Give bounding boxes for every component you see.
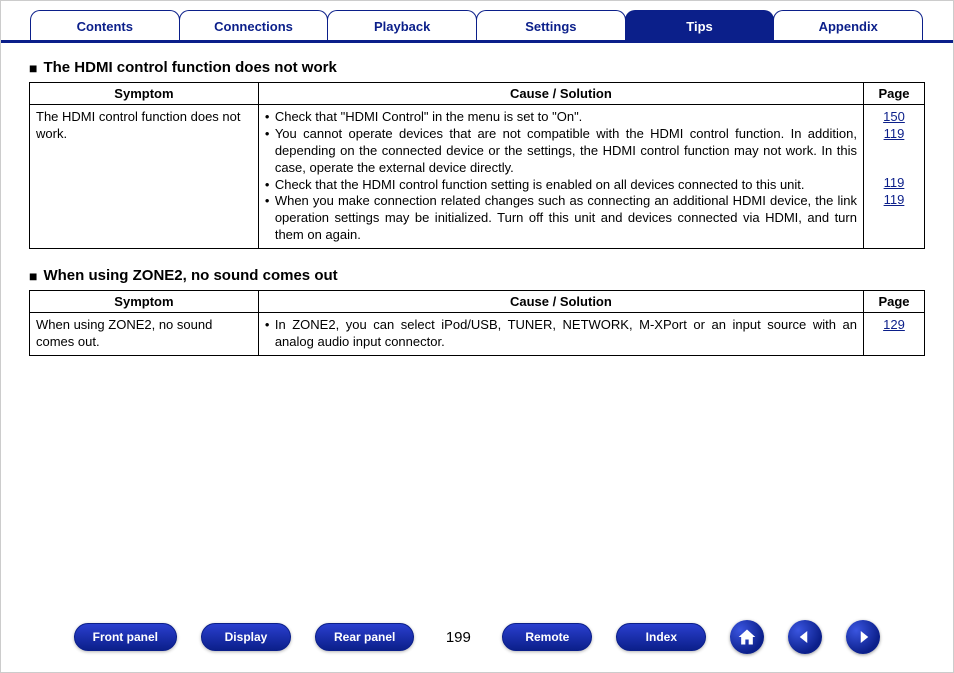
page-content: ■ The HDMI control function does not wor… xyxy=(1,43,953,356)
square-bullet-icon: ■ xyxy=(29,268,37,284)
troubleshoot-table-zone2: Symptom Cause / Solution Page When using… xyxy=(29,290,925,356)
page-link[interactable]: 119 xyxy=(870,175,918,192)
tab-settings[interactable]: Settings xyxy=(476,10,626,40)
symptom-cell: When using ZONE2, no sound comes out. xyxy=(30,313,259,356)
section-title-text: The HDMI control function does not work xyxy=(43,59,336,76)
solution-item: Check that the HDMI control function set… xyxy=(265,177,857,194)
tab-tips[interactable]: Tips xyxy=(625,10,775,40)
col-header-page: Page xyxy=(863,83,924,105)
table-row: The HDMI control function does not work.… xyxy=(30,105,925,249)
solution-cell: Check that "HDMI Control" in the menu is… xyxy=(258,105,863,249)
next-page-icon[interactable] xyxy=(846,620,880,654)
symptom-cell: The HDMI control function does not work. xyxy=(30,105,259,249)
col-header-page: Page xyxy=(863,291,924,313)
col-header-solution: Cause / Solution xyxy=(258,291,863,313)
page-link[interactable]: 150 xyxy=(870,109,918,126)
table-row: When using ZONE2, no sound comes out. In… xyxy=(30,313,925,356)
page-cell: 129 xyxy=(863,313,924,356)
page-link[interactable]: 119 xyxy=(870,192,918,209)
section-title-hdmi: ■ The HDMI control function does not wor… xyxy=(29,59,925,76)
bottom-nav-bar: Front panel Display Rear panel 199 Remot… xyxy=(1,620,953,654)
index-button[interactable]: Index xyxy=(616,623,706,651)
display-button[interactable]: Display xyxy=(201,623,291,651)
col-header-solution: Cause / Solution xyxy=(258,83,863,105)
col-header-symptom: Symptom xyxy=(30,83,259,105)
solution-item: When you make connection related changes… xyxy=(265,193,857,244)
solution-item: You cannot operate devices that are not … xyxy=(265,126,857,177)
page-link[interactable]: 119 xyxy=(870,126,918,143)
section-title-zone2: ■ When using ZONE2, no sound comes out xyxy=(29,267,925,284)
prev-page-icon[interactable] xyxy=(788,620,822,654)
top-tab-bar: Contents Connections Playback Settings T… xyxy=(1,1,953,43)
page-cell: 150 119 119 119 xyxy=(863,105,924,249)
remote-button[interactable]: Remote xyxy=(502,623,592,651)
rear-panel-button[interactable]: Rear panel xyxy=(315,623,414,651)
tab-appendix[interactable]: Appendix xyxy=(773,10,923,40)
section-title-text: When using ZONE2, no sound comes out xyxy=(43,267,337,284)
page-link[interactable]: 129 xyxy=(870,317,918,334)
tab-contents[interactable]: Contents xyxy=(30,10,180,40)
troubleshoot-table-hdmi: Symptom Cause / Solution Page The HDMI c… xyxy=(29,82,925,249)
home-icon[interactable] xyxy=(730,620,764,654)
square-bullet-icon: ■ xyxy=(29,60,37,76)
front-panel-button[interactable]: Front panel xyxy=(74,623,177,651)
solution-cell: In ZONE2, you can select iPod/USB, TUNER… xyxy=(258,313,863,356)
col-header-symptom: Symptom xyxy=(30,291,259,313)
solution-item: Check that "HDMI Control" in the menu is… xyxy=(265,109,857,126)
tab-playback[interactable]: Playback xyxy=(327,10,477,40)
solution-item: In ZONE2, you can select iPod/USB, TUNER… xyxy=(265,317,857,351)
page-number: 199 xyxy=(438,629,478,646)
tab-connections[interactable]: Connections xyxy=(179,10,329,40)
